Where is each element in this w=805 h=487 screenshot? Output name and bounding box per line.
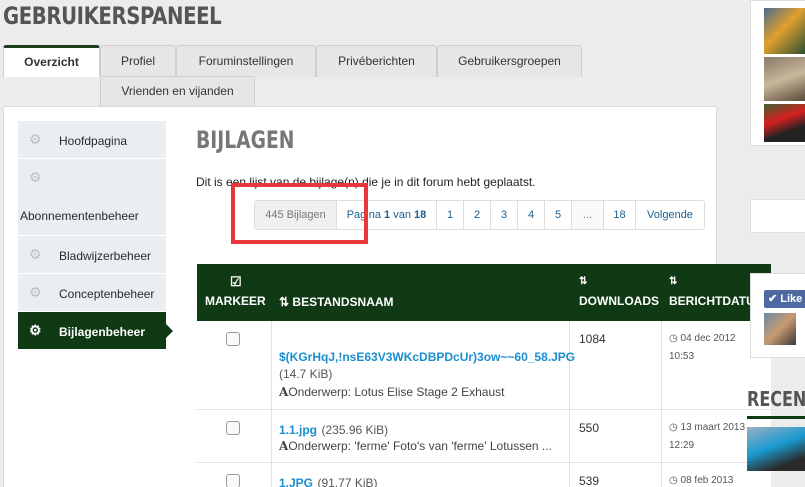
- column-filename[interactable]: ⇅ BESTANDSNAAM: [279, 295, 394, 309]
- file-size: (91.77 KiB): [317, 476, 378, 487]
- sidebar-item-label: Conceptenbeheer: [59, 287, 155, 301]
- sidebar: ⚙ Hoofdpagina ⚙ Abonnementenbeheer ⚙ Bla…: [18, 121, 173, 350]
- download-count: 1084: [579, 332, 606, 346]
- tab-vrienden-en-vijanden[interactable]: Vrienden en vijanden: [100, 76, 255, 106]
- facebook-like-button[interactable]: ✔ Like: [764, 290, 805, 308]
- post-date: 04 dec 2012: [680, 333, 736, 344]
- section-title: BIJLAGEN: [196, 126, 295, 154]
- profile-avatar[interactable]: [764, 313, 796, 345]
- thumbs-up-icon: ✔: [768, 293, 778, 305]
- column-downloads[interactable]: ⇅ DOWNLOADS: [579, 276, 659, 308]
- sidebar-item-label: Bijlagenbeheer: [59, 325, 146, 339]
- sidebar-item-label: Hoofdpagina: [59, 134, 128, 148]
- sidebar-item-bladwijzerbeheer[interactable]: ⚙ Bladwijzerbeheer: [18, 236, 166, 274]
- clock-icon: ◷: [669, 333, 678, 344]
- attachment-icon: A: [279, 439, 289, 453]
- gear-icon: ⚙: [29, 169, 42, 185]
- file-size: (235.96 KiB): [321, 423, 389, 437]
- next-page-button[interactable]: Volgende: [636, 201, 704, 229]
- page-current: 1: [384, 209, 391, 221]
- tab-gebruikersgroepen[interactable]: Gebruikersgroepen: [437, 45, 582, 77]
- table-row: $(KGrHqJ,!nsE63V3WKcDBPDcUr)3ow~~60_58.J…: [197, 321, 771, 410]
- divider: [747, 416, 805, 419]
- clock-icon: ◷: [669, 422, 678, 433]
- sidebar-item-abonnementenbeheer[interactable]: ⚙ Abonnementenbeheer: [18, 159, 166, 236]
- table-header: ☑ MARKEER ⇅ BESTANDSNAAM ⇅ DOWNLOADS ⇅ B…: [197, 264, 771, 321]
- tab-overzicht[interactable]: Overzicht: [3, 45, 100, 77]
- recent-heading: RECENT: [747, 387, 805, 411]
- subject-link[interactable]: 'ferme' Foto's van 'ferme' Lotussen ...: [354, 439, 552, 453]
- gear-icon: ⚙: [29, 246, 42, 262]
- sidebar-item-label: Bladwijzerbeheer: [59, 249, 152, 263]
- download-count: 550: [579, 421, 600, 435]
- row-checkbox[interactable]: [226, 332, 240, 346]
- sort-icon: ⇅: [579, 276, 588, 287]
- recent-car-thumbnail[interactable]: [747, 427, 805, 471]
- gear-icon: ⚙: [29, 322, 42, 338]
- page-link-1[interactable]: 1: [437, 201, 464, 229]
- page-link-5[interactable]: 5: [545, 201, 572, 229]
- column-label: BESTANDSNAAM: [292, 295, 394, 309]
- page-title: GEBRUIKERSPANEEL: [3, 2, 222, 30]
- row-checkbox[interactable]: [226, 474, 240, 487]
- page-link-2[interactable]: 2: [464, 201, 491, 229]
- table-row: 1.JPG (91.77 KiB) 539 ◷ 08 feb 2013: [197, 463, 771, 487]
- post-time: 10:53: [669, 351, 695, 362]
- car-thumbnail[interactable]: [764, 8, 805, 54]
- subject: AOnderwerp: 'ferme' Foto's van 'ferme' L…: [279, 439, 552, 453]
- filename-link[interactable]: $(KGrHqJ,!nsE63V3WKcDBPDcUr)3ow~~60_58.J…: [279, 350, 575, 364]
- gear-icon: ⚙: [29, 284, 42, 300]
- page-total: 18: [414, 209, 427, 221]
- sort-icon: ⇅: [279, 295, 290, 309]
- car-thumbnail[interactable]: [764, 104, 805, 142]
- download-count: 539: [579, 474, 600, 487]
- checkmark-icon: ☑: [230, 274, 242, 289]
- table-row: 1.1.jpg (235.96 KiB) AOnderwerp: 'ferme'…: [197, 410, 771, 463]
- page-link-4[interactable]: 4: [518, 201, 545, 229]
- post-date: 13 maart 2013: [680, 422, 746, 433]
- post-date: 08 feb 2013: [680, 475, 734, 486]
- column-label: DOWNLOADS: [579, 294, 659, 308]
- sidebar-item-bijlagenbeheer[interactable]: ⚙ Bijlagenbeheer: [18, 312, 173, 350]
- page-mid: van: [393, 209, 411, 221]
- subject: AOnderwerp: Lotus Elise Stage 2 Exhaust: [279, 385, 505, 399]
- post-time: 12:29: [669, 440, 695, 451]
- sidebar-widget: [750, 199, 805, 233]
- column-label: MARKEER: [205, 294, 266, 308]
- tab-profiel[interactable]: Profiel: [100, 45, 176, 77]
- page-ellipsis: ...: [572, 201, 604, 229]
- sidebar-item-hoofdpagina[interactable]: ⚙ Hoofdpagina: [18, 121, 166, 159]
- filename-link[interactable]: 1.1.jpg: [279, 423, 317, 437]
- clock-icon: ◷: [669, 475, 678, 486]
- page-link-last[interactable]: 18: [604, 201, 636, 229]
- filename-link[interactable]: 1.JPG: [279, 476, 313, 487]
- row-checkbox[interactable]: [226, 421, 240, 435]
- tab-foruminstellingen[interactable]: Foruminstellingen: [176, 45, 316, 77]
- car-thumbnail[interactable]: [764, 57, 805, 101]
- sidebar-item-conceptenbeheer[interactable]: ⚙ Conceptenbeheer: [18, 274, 166, 312]
- gear-icon: ⚙: [29, 131, 42, 147]
- file-size: (14.7 KiB): [279, 367, 333, 381]
- page-link-3[interactable]: 3: [491, 201, 518, 229]
- tab-priveberichten[interactable]: Privéberichten: [316, 45, 437, 77]
- sidebar-item-label: Abonnementenbeheer: [20, 209, 139, 223]
- highlight-annotation: [231, 183, 368, 244]
- subject-link[interactable]: Lotus Elise Stage 2 Exhaust: [354, 385, 504, 399]
- attachment-icon: A: [279, 385, 289, 399]
